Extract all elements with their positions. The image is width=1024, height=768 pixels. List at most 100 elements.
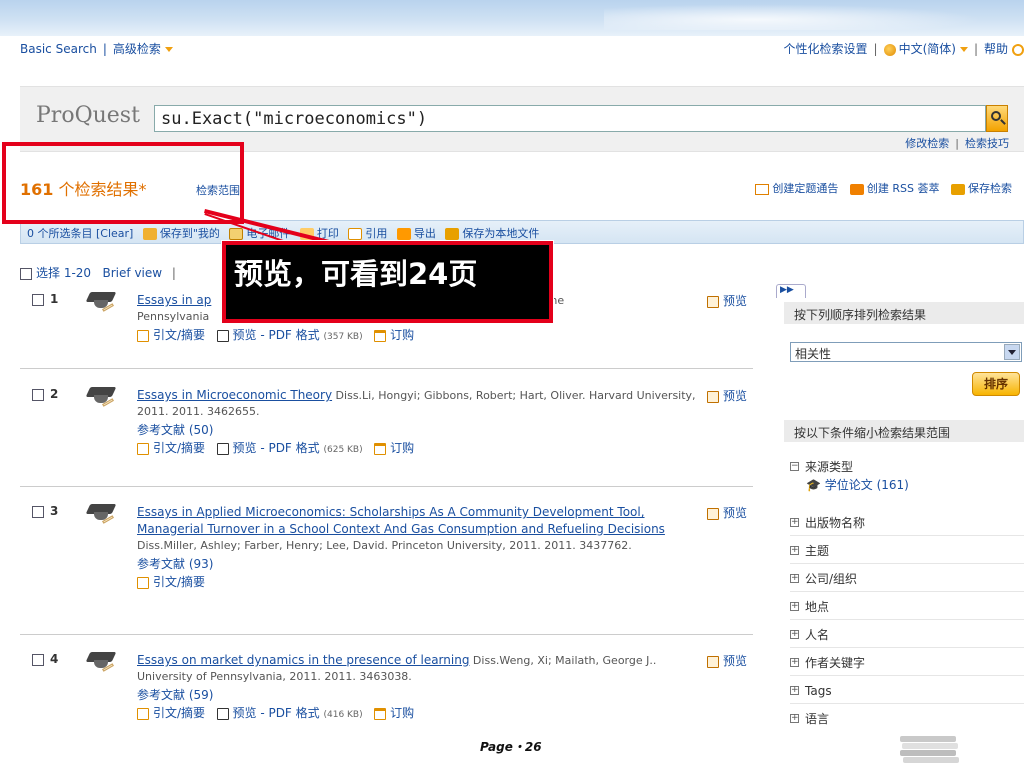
pdf-preview-link[interactable]: 预览 - PDF 格式 bbox=[233, 328, 320, 342]
select-range-label: 选择 1-20 bbox=[36, 266, 92, 280]
result-body: Essays in Applied Microeconomics: Schola… bbox=[137, 504, 697, 590]
save-local-link[interactable]: 保存为本地文件 bbox=[462, 227, 539, 240]
result-title-link[interactable]: Essays in Microeconomic Theory bbox=[137, 388, 332, 402]
personalize-link[interactable]: 个性化检索设置 bbox=[784, 42, 868, 56]
chevron-down-icon bbox=[1004, 344, 1020, 360]
result-checkbox[interactable] bbox=[32, 293, 44, 306]
sort-heading: 按下列顺序排列检索结果 bbox=[784, 302, 1024, 324]
save-search-link[interactable]: 保存检索 bbox=[968, 182, 1012, 195]
search-mode-links: Basic Search | 高级检索 bbox=[20, 40, 173, 57]
facet-language[interactable]: + 语言 bbox=[790, 706, 1024, 732]
facet-person[interactable]: + 人名 bbox=[790, 622, 1024, 648]
preview-link[interactable]: 预览 bbox=[706, 387, 747, 404]
cart-icon bbox=[374, 442, 387, 455]
preview-icon bbox=[706, 390, 719, 403]
sort-button[interactable]: 排序 bbox=[972, 372, 1020, 396]
create-alert-link[interactable]: 创建定题通告 bbox=[772, 182, 838, 195]
clear-link[interactable]: [Clear] bbox=[96, 227, 133, 240]
graduation-cap-icon bbox=[85, 650, 117, 676]
preview-link[interactable]: 预览 bbox=[706, 292, 747, 309]
order-link[interactable]: 订购 bbox=[390, 328, 414, 342]
preview-link[interactable]: 预览 bbox=[706, 504, 747, 521]
abstract-link[interactable]: 引文/摘要 bbox=[153, 706, 205, 720]
order-link[interactable]: 订购 bbox=[390, 441, 414, 455]
divider bbox=[20, 634, 753, 635]
graduation-cap-icon bbox=[85, 385, 117, 411]
pdf-preview-link[interactable]: 预览 - PDF 格式 bbox=[233, 706, 320, 720]
save-icon bbox=[951, 183, 965, 195]
result-title-link[interactable]: Essays in Applied Microeconomics: Schola… bbox=[137, 505, 665, 536]
facet-location[interactable]: + 地点 bbox=[790, 594, 1024, 620]
references-link[interactable]: 参考文献 (59) bbox=[137, 687, 697, 703]
results-actions: 创建定题通告 创建 RSS 荟萃 保存检索 bbox=[747, 180, 1012, 196]
expand-icon: + bbox=[790, 685, 799, 695]
page-number: Page・26 bbox=[480, 740, 542, 754]
export-link[interactable]: 导出 bbox=[414, 227, 436, 240]
brief-view-link[interactable]: Brief view bbox=[103, 266, 163, 280]
result-title-link[interactable]: Essays in ap bbox=[137, 293, 211, 307]
facet-author-keyword[interactable]: + 作者关键字 bbox=[790, 650, 1024, 676]
abstract-icon bbox=[137, 707, 149, 720]
help-icon[interactable] bbox=[1012, 43, 1024, 56]
abstract-icon bbox=[137, 329, 149, 342]
result-links: 引文/摘要 预览 - PDF 格式 (357 KB) 订购 bbox=[137, 327, 697, 345]
sort-select[interactable]: 相关性 bbox=[790, 342, 1022, 362]
collapse-toggle-icon[interactable]: ▶▶ bbox=[776, 284, 806, 298]
expand-icon: + bbox=[790, 545, 799, 555]
divider bbox=[20, 368, 753, 369]
abstract-link[interactable]: 引文/摘要 bbox=[153, 328, 205, 342]
preview-icon bbox=[706, 507, 719, 520]
facet-company[interactable]: + 公司/组织 bbox=[790, 566, 1024, 592]
modify-search-link[interactable]: 修改检索 bbox=[905, 137, 949, 150]
references-link[interactable]: 参考文献 (93) bbox=[137, 556, 697, 572]
search-input[interactable]: su.Exact("microeconomics") bbox=[154, 105, 986, 132]
result-checkbox[interactable] bbox=[32, 388, 44, 401]
create-rss-link[interactable]: 创建 RSS 荟萃 bbox=[867, 182, 940, 195]
email-icon bbox=[229, 228, 244, 240]
result-title-link[interactable]: Essays on market dynamics in the presenc… bbox=[137, 653, 469, 667]
facet-publication[interactable]: + 出版物名称 bbox=[790, 510, 1024, 536]
abstract-link[interactable]: 引文/摘要 bbox=[153, 575, 205, 589]
facet-subject[interactable]: + 主题 bbox=[790, 538, 1024, 564]
result-links: 引文/摘要 预览 - PDF 格式 (416 KB) 订购 bbox=[137, 705, 697, 723]
preview-link[interactable]: 预览 bbox=[706, 652, 747, 669]
rss-icon bbox=[849, 183, 864, 195]
header-sky-banner bbox=[0, 0, 1024, 36]
result-number: 1 bbox=[32, 292, 58, 306]
save-local-icon bbox=[445, 228, 460, 240]
result-checkbox[interactable] bbox=[32, 505, 44, 518]
search-tips-link[interactable]: 检索技巧 bbox=[965, 137, 1009, 150]
cite-link[interactable]: 引用 bbox=[365, 227, 387, 240]
file-size: (416 KB) bbox=[323, 710, 363, 720]
abstract-link[interactable]: 引文/摘要 bbox=[153, 441, 205, 455]
cite-icon bbox=[348, 228, 363, 240]
result-links: 引文/摘要 bbox=[137, 574, 697, 590]
result-checkbox[interactable] bbox=[32, 653, 44, 666]
selected-count: 0 个所选条目 bbox=[27, 227, 93, 240]
help-link[interactable]: 帮助 bbox=[984, 42, 1008, 56]
advanced-search-link[interactable]: 高级检索 bbox=[113, 42, 161, 56]
search-button[interactable] bbox=[986, 105, 1008, 132]
language-link[interactable]: 中文(简体) bbox=[899, 42, 956, 56]
folder-icon bbox=[142, 228, 157, 240]
chevron-down-icon[interactable] bbox=[164, 47, 173, 52]
result-number: 4 bbox=[32, 652, 58, 666]
expand-icon: + bbox=[790, 601, 799, 611]
order-link[interactable]: 订购 bbox=[390, 706, 414, 720]
proquest-logo: ProQuest bbox=[36, 103, 140, 128]
save-to-my-link[interactable]: 保存到"我的 bbox=[160, 227, 220, 240]
result-meta: Diss.Miller, Ashley; Farber, Henry; Lee,… bbox=[137, 539, 632, 552]
facet-dissertations-link[interactable]: 🎓 学位论文 (161) bbox=[806, 476, 909, 493]
result-body: Essays on market dynamics in the presenc… bbox=[137, 652, 697, 723]
chevron-down-icon[interactable] bbox=[959, 47, 968, 52]
books-decoration bbox=[900, 732, 960, 766]
mail-icon bbox=[755, 183, 770, 195]
file-size: (357 KB) bbox=[323, 332, 363, 342]
search-sublinks: 修改检索 | 检索技巧 bbox=[905, 137, 1009, 150]
pdf-preview-link[interactable]: 预览 - PDF 格式 bbox=[233, 441, 320, 455]
result-body: Essays in Microeconomic Theory Diss.Li, … bbox=[137, 387, 697, 458]
references-link[interactable]: 参考文献 (50) bbox=[137, 422, 697, 438]
basic-search-link[interactable]: Basic Search bbox=[20, 42, 97, 56]
select-all-checkbox[interactable] bbox=[20, 267, 32, 280]
facet-tags[interactable]: + Tags bbox=[790, 678, 1024, 704]
